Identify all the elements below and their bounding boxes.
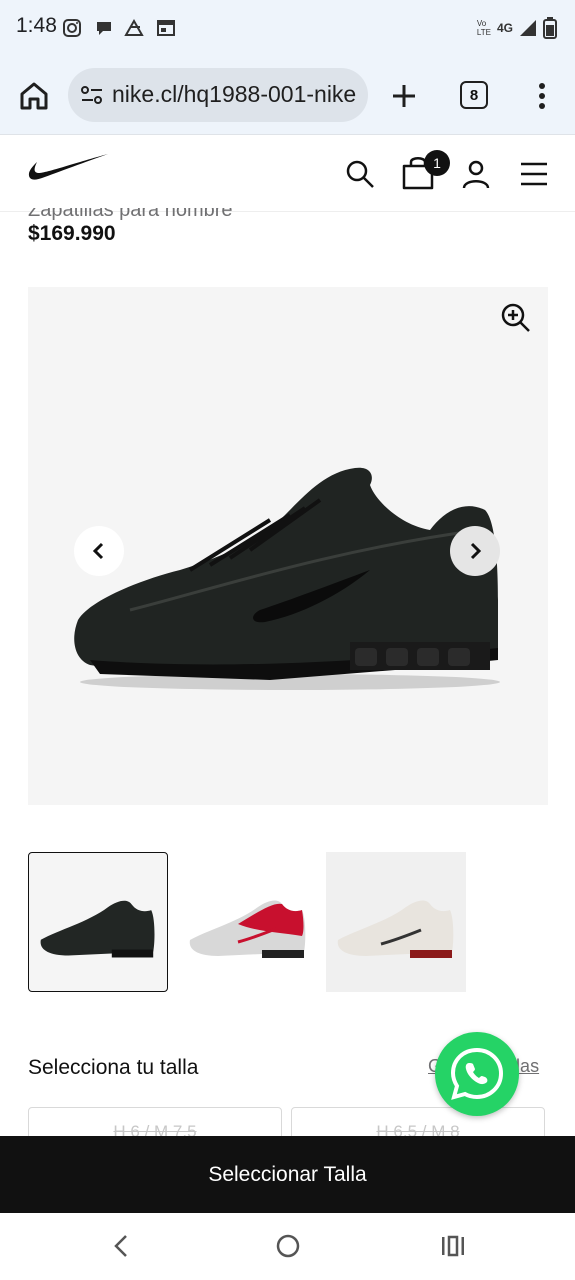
product-price: $169.990 [28, 222, 116, 245]
tab-switcher-button[interactable]: 8 [460, 81, 488, 109]
nike-logo[interactable] [28, 152, 110, 184]
shoe-thumbnail-image [189, 900, 306, 958]
shoe-image [74, 467, 500, 690]
next-image-button[interactable] [450, 526, 500, 576]
home-icon[interactable] [16, 78, 52, 114]
previous-image-button[interactable] [74, 526, 124, 576]
site-settings-icon[interactable] [80, 84, 104, 106]
url-text[interactable]: nike.cl/hq1988-001-nike [112, 81, 362, 108]
recents-icon[interactable] [440, 1234, 466, 1258]
whatsapp-button[interactable] [435, 1032, 519, 1116]
signal-icon [520, 20, 536, 36]
status-indicators: Vo LTE 4G [477, 16, 557, 40]
user-icon[interactable] [460, 158, 492, 190]
thumbnail-black[interactable] [28, 852, 168, 992]
volte-icon: Vo LTE [476, 19, 491, 37]
chevron-right-icon [470, 542, 482, 560]
network-type: 4G [496, 21, 513, 35]
size-heading: Selecciona tu talla [28, 1056, 199, 1079]
zoom-in-icon[interactable] [500, 302, 532, 334]
notification-app-icon [124, 18, 144, 36]
status-time: 1:48 [16, 14, 57, 37]
new-tab-icon[interactable] [388, 80, 420, 112]
calendar-icon [157, 20, 175, 36]
chat-icon [97, 22, 111, 35]
battery-icon [543, 17, 557, 39]
shoe-thumbnail-image [337, 900, 454, 958]
thumbnail-red-silver[interactable] [178, 852, 318, 992]
menu-icon[interactable] [518, 158, 550, 190]
shoe-thumbnail-image [40, 900, 155, 958]
select-size-button[interactable]: Seleccionar Talla [0, 1136, 575, 1213]
back-icon[interactable] [108, 1232, 134, 1260]
whatsapp-icon [450, 1047, 504, 1100]
chevron-left-icon [92, 542, 104, 560]
bag-count-badge: 1 [424, 150, 450, 176]
thumbnail-white[interactable] [326, 852, 466, 992]
instagram-icon [63, 19, 81, 37]
more-options-icon[interactable] [530, 80, 554, 112]
home-nav-icon[interactable] [274, 1232, 302, 1260]
search-icon[interactable] [344, 158, 376, 190]
